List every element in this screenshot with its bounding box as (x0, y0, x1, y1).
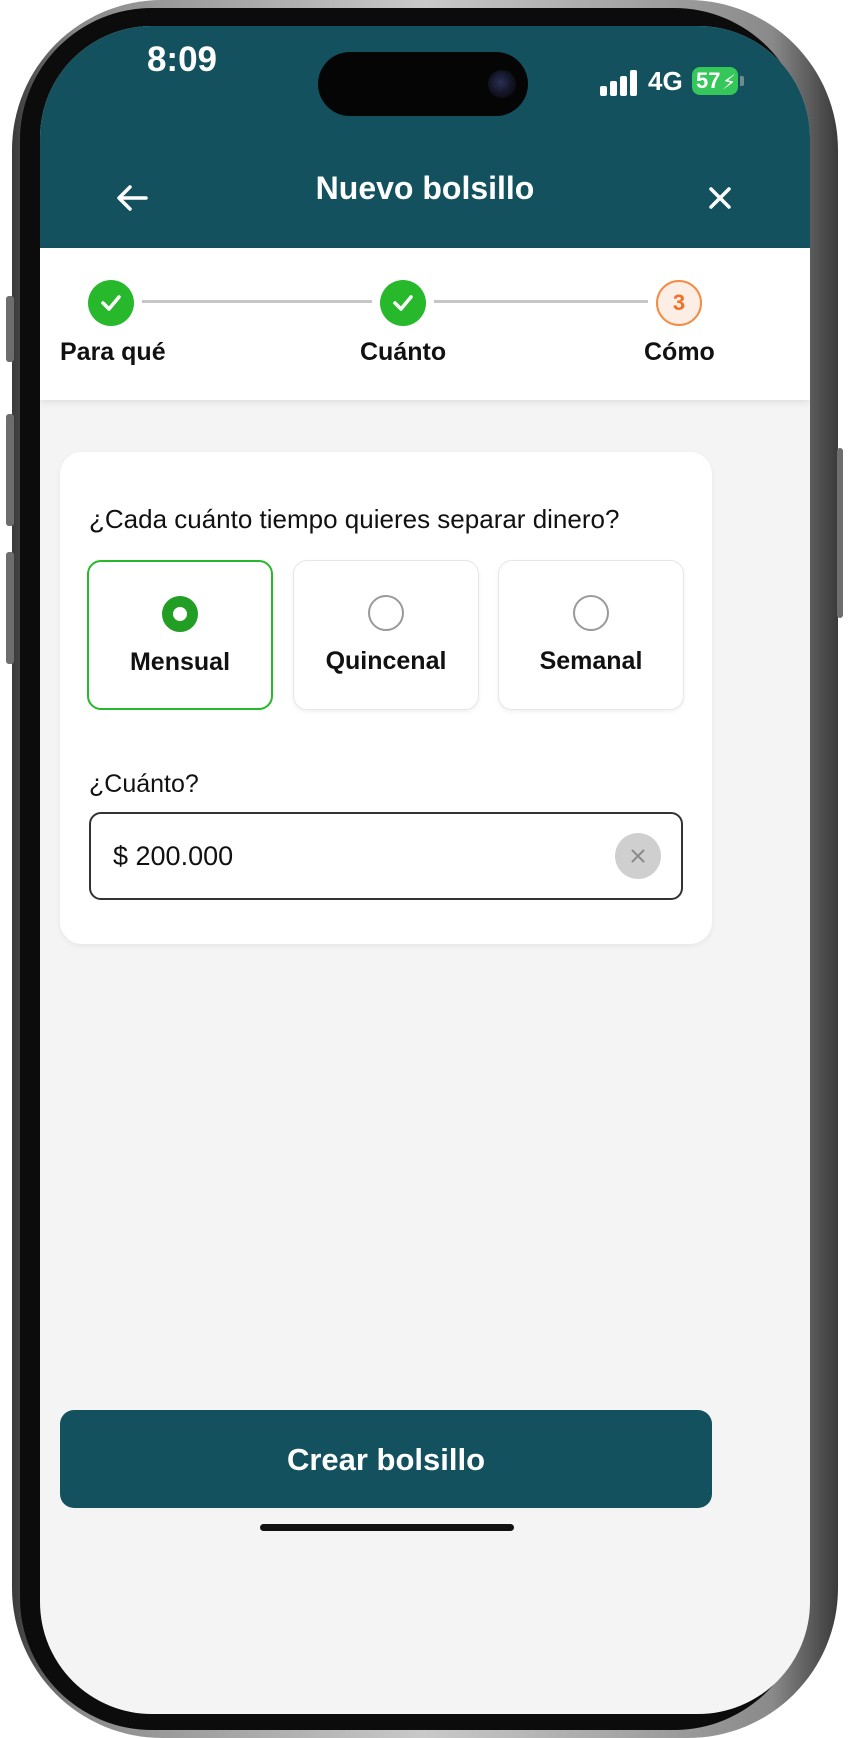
step-connector (434, 300, 648, 303)
mute-switch (6, 296, 14, 362)
step-label-para-que: Para qué (60, 338, 166, 366)
amount-field (89, 812, 683, 900)
signal-icon (600, 70, 640, 96)
option-label: Semanal (539, 647, 643, 675)
step-3-number: 3 (656, 280, 702, 326)
step-1-check (88, 280, 134, 326)
option-label: Quincenal (325, 647, 447, 675)
volume-down-button (6, 552, 14, 664)
progress-stepper: 3 Para qué Cuánto Cómo (40, 248, 810, 400)
app-screen: 8:09 4G 57 ⚡ Nuevo bolsillo 3 Para qué C… (40, 26, 810, 1714)
radio-selected-icon (162, 596, 198, 632)
amount-label: ¿Cuánto? (89, 770, 199, 798)
option-mensual[interactable]: Mensual (87, 560, 273, 710)
option-semanal[interactable]: Semanal (498, 560, 684, 710)
check-icon (101, 295, 121, 311)
radio-empty-icon (573, 595, 609, 631)
step-label-cuanto: Cuánto (360, 338, 447, 366)
close-icon (709, 187, 731, 209)
page-title: Nuevo bolsillo (315, 170, 535, 206)
step-connector (142, 300, 372, 303)
power-button (837, 448, 843, 618)
arrow-left-icon (117, 185, 148, 211)
option-label: Mensual (129, 648, 231, 676)
clear-icon (631, 849, 645, 863)
clear-amount-button[interactable] (615, 833, 661, 879)
radio-empty-icon (368, 595, 404, 631)
close-button[interactable] (700, 178, 740, 218)
battery-level: 57 (696, 68, 721, 93)
volume-up-button (6, 414, 14, 526)
charging-bolt-icon: ⚡ (722, 72, 737, 94)
create-pocket-button[interactable]: Crear bolsillo (60, 1410, 712, 1508)
back-button[interactable] (110, 176, 154, 220)
status-time: 8:09 (146, 40, 218, 79)
frequency-question: ¿Cada cuánto tiempo quieres separar dine… (89, 504, 620, 534)
check-icon (393, 295, 413, 311)
camera-icon (488, 70, 516, 98)
network-label: 4G (648, 66, 683, 96)
battery-tip (740, 76, 744, 86)
option-quincenal[interactable]: Quincenal (293, 560, 479, 710)
step-2-check (380, 280, 426, 326)
step-label-como: Cómo (644, 338, 715, 366)
amount-input[interactable] (113, 814, 593, 898)
home-indicator (260, 1524, 514, 1531)
frequency-card: ¿Cada cuánto tiempo quieres separar dine… (60, 452, 712, 944)
app-header: 8:09 4G 57 ⚡ Nuevo bolsillo (40, 26, 810, 248)
